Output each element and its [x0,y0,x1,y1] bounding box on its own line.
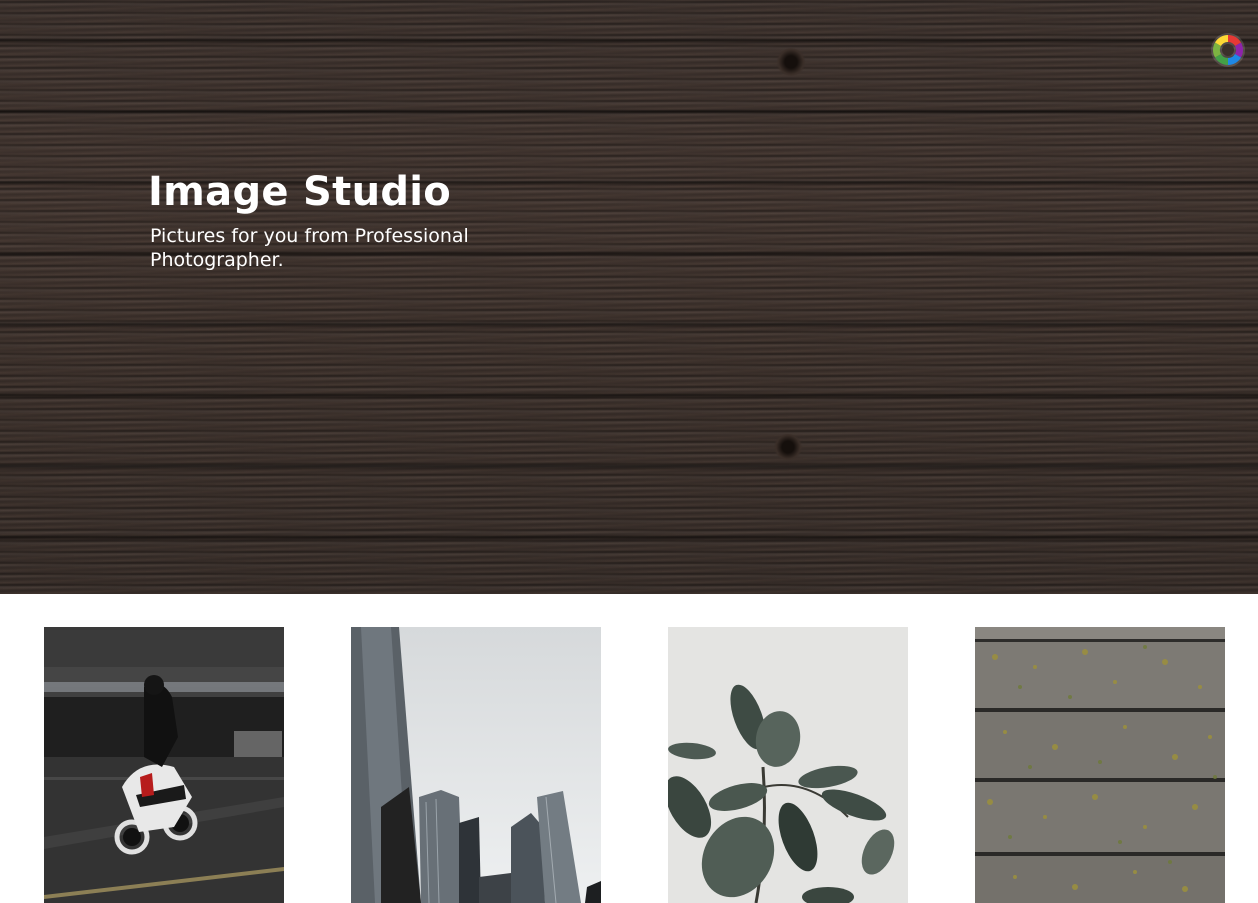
skyscrapers-photo[interactable] [351,627,601,903]
site-title: Image Studio [148,169,452,215]
wood-knot [776,48,806,76]
color-wheel-icon[interactable] [1210,32,1246,68]
site-subtitle: Pictures for you from Professional Photo… [150,225,469,271]
wood-knot [773,434,803,460]
hero-text: Image Studio Pictures for you from Profe… [148,168,508,272]
photo-gallery [0,627,1258,903]
mossy-wood-planks-photo[interactable] [975,627,1225,903]
hero-banner: Image Studio Pictures for you from Profe… [0,0,1258,594]
motorcycle-photo[interactable] [44,627,284,903]
plant-leaves-photo[interactable] [668,627,908,903]
